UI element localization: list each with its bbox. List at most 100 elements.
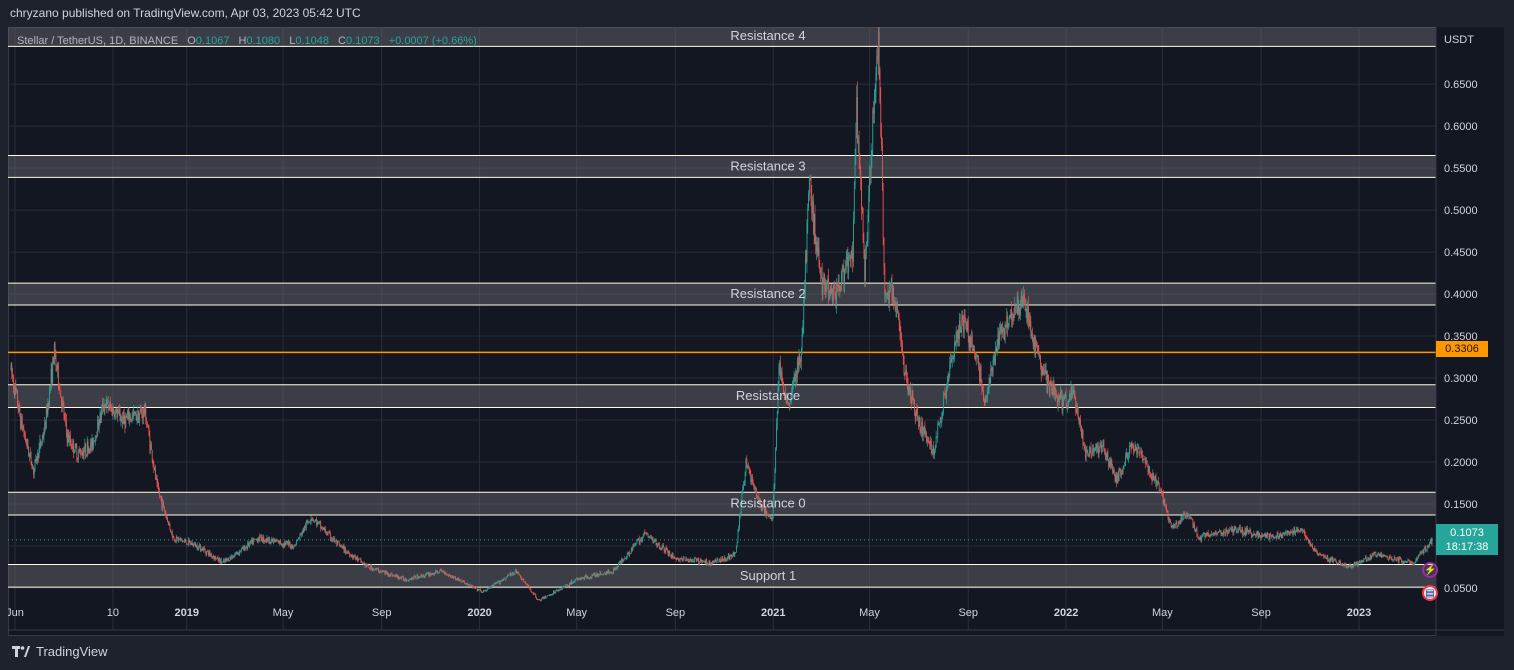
candle [25, 438, 27, 447]
candle-body [622, 560, 624, 562]
candle [926, 431, 927, 444]
candle-body [600, 571, 602, 575]
candle [488, 587, 489, 590]
candle [605, 571, 607, 576]
candle-body [344, 548, 346, 552]
candle [481, 591, 483, 594]
candle [1188, 513, 1190, 517]
candle-body [173, 537, 175, 540]
candle-body [141, 411, 143, 415]
candle-body [451, 575, 453, 578]
candle [1291, 528, 1293, 536]
candle-body [1296, 528, 1298, 530]
candle [428, 571, 430, 578]
candle [1072, 385, 1074, 395]
candle [213, 555, 215, 561]
candle [69, 430, 71, 446]
candle-body [1238, 529, 1240, 531]
candle-body [939, 422, 941, 424]
candle [406, 579, 408, 581]
candle [586, 575, 588, 579]
candle [353, 554, 355, 560]
candle [1127, 453, 1129, 461]
candle [165, 511, 167, 519]
candle [1019, 306, 1020, 319]
candle [946, 383, 947, 405]
candle-body [547, 595, 549, 597]
candle-body [1242, 529, 1244, 535]
candle-body [1069, 394, 1071, 396]
candle-body [1012, 314, 1014, 321]
candle [878, 27, 880, 80]
candle-body [135, 412, 137, 420]
candle [297, 539, 298, 542]
candle [565, 584, 566, 588]
candle-body [46, 407, 48, 415]
candle-body [487, 589, 489, 590]
candle-body [933, 446, 935, 455]
candle-body [1300, 529, 1301, 532]
candle-body [1068, 395, 1070, 401]
candle [719, 558, 720, 563]
candle [857, 135, 859, 154]
candle [175, 534, 177, 544]
candle [702, 559, 704, 564]
candle-body [829, 291, 830, 299]
candle-body [715, 559, 716, 562]
candle [1283, 531, 1284, 535]
candle [281, 543, 283, 548]
candle-body [106, 399, 108, 401]
candle [906, 371, 908, 390]
candle [1307, 537, 1309, 540]
candle-body [668, 551, 670, 556]
candle-body [358, 559, 359, 561]
candle [828, 268, 830, 305]
candle [1323, 553, 1325, 559]
candle [1177, 525, 1179, 529]
candle [909, 384, 911, 396]
candle-body [1118, 468, 1120, 481]
candle [615, 566, 617, 571]
candle [1044, 363, 1046, 375]
candle-body [444, 572, 446, 575]
candle [551, 594, 553, 596]
candle [853, 211, 854, 268]
candle-body [207, 551, 209, 555]
candle-body [945, 393, 947, 398]
candle [524, 580, 525, 583]
candle-body [593, 574, 594, 576]
candle-body [1060, 391, 1061, 399]
candle-body [450, 575, 452, 577]
candle [1023, 285, 1024, 309]
candle-body [408, 579, 410, 581]
candle-body [269, 542, 271, 544]
candle [1199, 535, 1201, 541]
candle [41, 440, 42, 447]
candle [320, 520, 322, 532]
candle [1089, 446, 1091, 453]
candle-body [213, 556, 215, 560]
candle [727, 553, 729, 559]
candle-body [724, 557, 726, 561]
candle-body [801, 333, 803, 350]
candle [869, 166, 871, 186]
candle-body [1106, 452, 1108, 458]
candle-body [51, 369, 53, 384]
candle-body [215, 556, 217, 559]
candle-body [638, 538, 639, 540]
candle [1218, 528, 1220, 533]
candle-body [264, 540, 266, 542]
candle [655, 538, 657, 546]
candle-body [1146, 460, 1148, 467]
candle [1190, 516, 1191, 520]
chart-canvas[interactable]: Resistance 4Resistance 3Resistance 2Resi… [8, 27, 1504, 636]
candle [932, 445, 934, 455]
candle [402, 575, 403, 578]
candle [905, 364, 907, 376]
candle [75, 443, 77, 449]
candle [171, 531, 172, 535]
candle [72, 438, 74, 453]
candle-body [216, 557, 217, 559]
candle-body [132, 414, 134, 416]
candle-body [1170, 520, 1171, 523]
